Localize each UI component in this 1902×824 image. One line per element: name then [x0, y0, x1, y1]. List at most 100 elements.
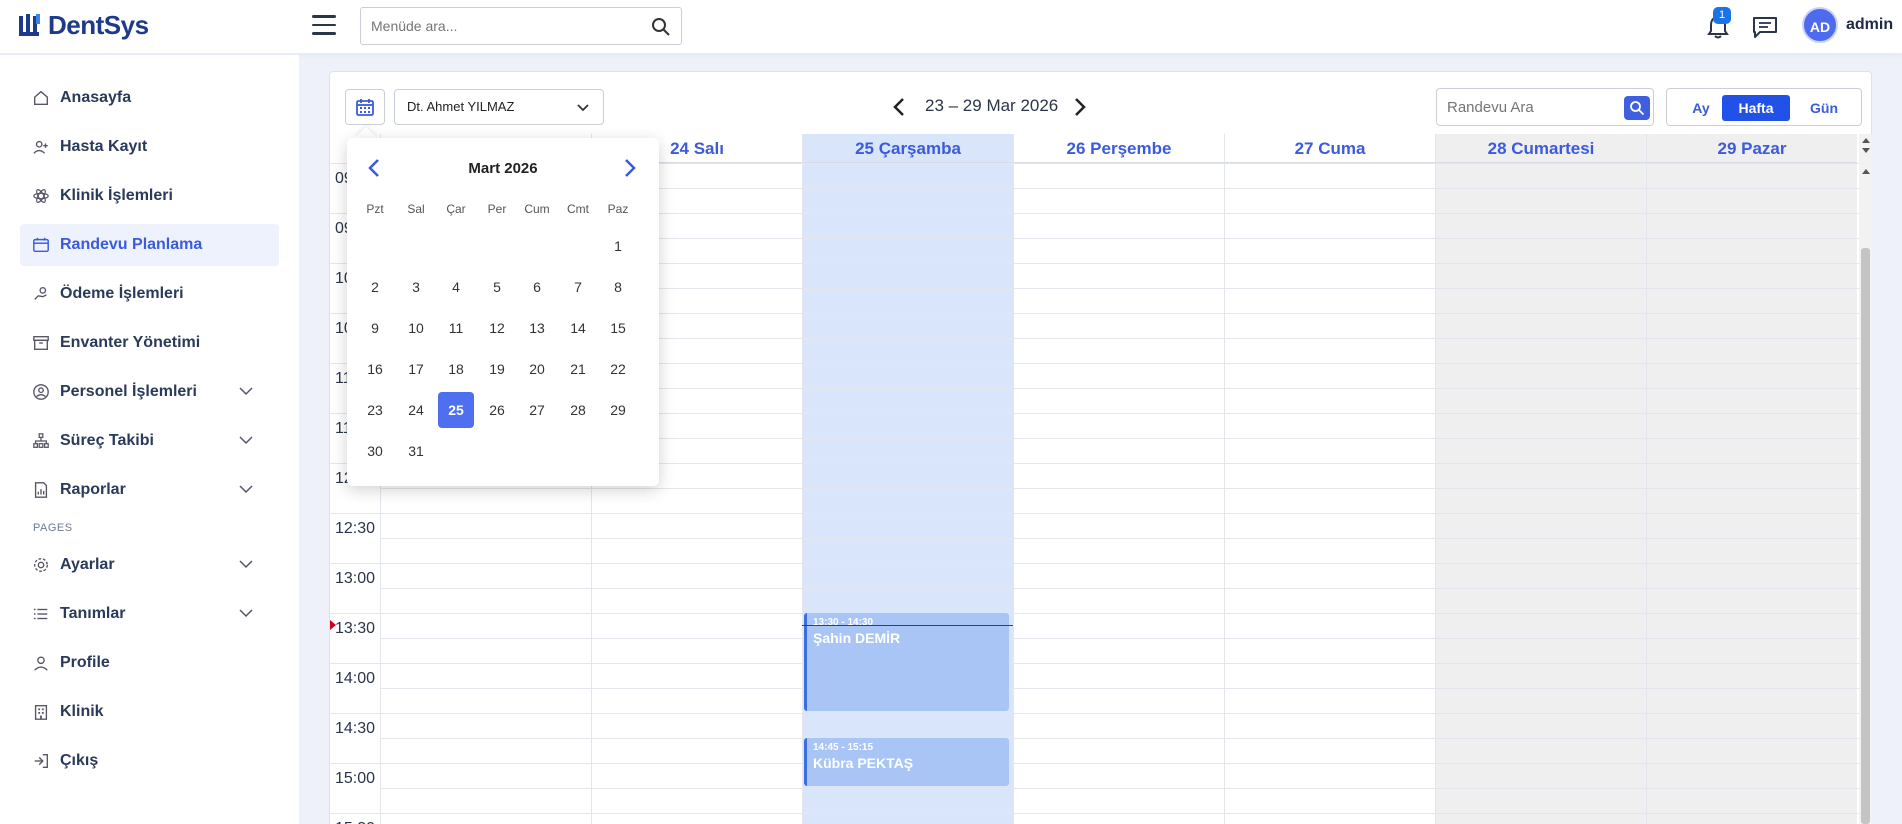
- sidebar-item-5[interactable]: Envanter Yönetimi: [20, 322, 279, 364]
- grid-scrollbar-thumb[interactable]: [1861, 248, 1870, 824]
- appointment-search-input[interactable]: [1437, 89, 1607, 125]
- sidebar-item-12[interactable]: Klinik: [20, 691, 279, 733]
- view-week-button[interactable]: Hafta: [1722, 95, 1790, 121]
- grid-line: [330, 563, 1860, 564]
- day-cell[interactable]: 26: [479, 392, 515, 428]
- date-picker-title: Mart 2026: [468, 160, 538, 177]
- day-cell[interactable]: 31: [398, 433, 434, 469]
- day-cell[interactable]: 14: [560, 310, 596, 346]
- logo-text: DentSys: [48, 9, 149, 40]
- chat-icon[interactable]: [1752, 15, 1778, 39]
- day-cell[interactable]: 8: [600, 269, 636, 305]
- day-header[interactable]: 26 Perşembe: [1013, 134, 1224, 163]
- sidebar-item-1[interactable]: Hasta Kayıt: [20, 126, 279, 168]
- top-header: DentSys 1 AD admin: [0, 0, 1902, 54]
- day-cell[interactable]: 28: [560, 392, 596, 428]
- appointment-event[interactable]: 14:45 - 15:15 Kübra PEKTAŞ: [804, 738, 1009, 786]
- weekday-label: Paz: [607, 202, 629, 216]
- day-header[interactable]: 27 Cuma: [1224, 134, 1435, 163]
- avatar[interactable]: AD: [1802, 7, 1838, 43]
- grid-line: [330, 813, 1860, 814]
- sidebar-item-11[interactable]: Profile: [20, 642, 279, 684]
- day-cell[interactable]: 4: [438, 269, 474, 305]
- day-cell[interactable]: 20: [519, 351, 555, 387]
- day-cell[interactable]: 5: [479, 269, 515, 305]
- day-header[interactable]: 28 Cumartesi: [1435, 134, 1646, 163]
- day-cell[interactable]: 23: [357, 392, 393, 428]
- next-week-icon[interactable]: [1073, 97, 1087, 117]
- username[interactable]: admin: [1846, 16, 1893, 34]
- appointment-search-button[interactable]: [1624, 96, 1650, 120]
- day-cell[interactable]: 30: [357, 433, 393, 469]
- date-picker-popup: Mart 2026 Pzt Sal Çar Per Cum Cmt Paz 1 2 3 4 5 6 7 8 9…: [347, 138, 659, 486]
- grid-line: [330, 663, 1860, 664]
- sitemap-icon: [33, 433, 49, 448]
- appointment-search: [1436, 88, 1654, 126]
- chevron-down-icon: [239, 609, 253, 618]
- doctor-select-value: Dt. Ahmet YILMAZ: [407, 99, 515, 114]
- sidebar-item-8[interactable]: Raporlar: [20, 469, 279, 511]
- logo-mark-icon: [19, 14, 40, 36]
- sidebar-item-4[interactable]: Ödeme İşlemleri: [20, 273, 279, 315]
- doctor-select[interactable]: Dt. Ahmet YILMAZ: [394, 89, 604, 125]
- selected-day-cell[interactable]: 25: [438, 392, 474, 428]
- day-cell[interactable]: 27: [519, 392, 555, 428]
- search-icon: [1630, 101, 1645, 116]
- scroll-up-arrow-2[interactable]: [1862, 169, 1870, 174]
- day-cell[interactable]: 22: [600, 351, 636, 387]
- sidebar-item-10[interactable]: Tanımlar: [20, 593, 279, 635]
- day-cell[interactable]: 18: [438, 351, 474, 387]
- chevron-down-icon: [239, 387, 253, 396]
- search-icon[interactable]: [651, 17, 671, 37]
- sidebar-item-0[interactable]: Anasayfa: [20, 77, 279, 119]
- sidebar-item-7[interactable]: Süreç Takibi: [20, 420, 279, 462]
- appointment-time: 14:45 - 15:15: [813, 742, 874, 753]
- weekday-label: Per: [487, 202, 507, 216]
- sidebar-item-9[interactable]: Ayarlar: [20, 544, 279, 586]
- day-cell[interactable]: 3: [398, 269, 434, 305]
- grid-line: [330, 513, 1860, 514]
- day-header[interactable]: 29 Pazar: [1646, 134, 1857, 163]
- day-cell[interactable]: 16: [357, 351, 393, 387]
- day-cell[interactable]: 10: [398, 310, 434, 346]
- day-cell[interactable]: 21: [560, 351, 596, 387]
- sidebar-item-label: Tanımlar: [60, 605, 126, 622]
- day-cell[interactable]: 11: [438, 310, 474, 346]
- sidebar-item-2[interactable]: Klinik İşlemleri: [20, 175, 279, 217]
- calendar-icon: [356, 99, 374, 116]
- calendar-icon: [33, 237, 49, 253]
- sidebar-item-3[interactable]: Randevu Planlama: [20, 224, 279, 266]
- app-logo[interactable]: DentSys: [18, 10, 149, 40]
- day-cell[interactable]: 17: [398, 351, 434, 387]
- day-cell[interactable]: 13: [519, 310, 555, 346]
- current-time-line: [802, 624, 1013, 626]
- day-cell[interactable]: 9: [357, 310, 393, 346]
- scroll-down-arrow[interactable]: [1862, 148, 1870, 153]
- day-cell[interactable]: 12: [479, 310, 515, 346]
- grid-line: [380, 688, 1860, 689]
- menu-search-input[interactable]: [361, 8, 631, 44]
- day-cell[interactable]: 15: [600, 310, 636, 346]
- scroll-up-arrow[interactable]: [1862, 138, 1870, 143]
- day-cell[interactable]: 6: [519, 269, 555, 305]
- day-cell[interactable]: 24: [398, 392, 434, 428]
- day-cell[interactable]: 29: [600, 392, 636, 428]
- day-cell[interactable]: 1: [600, 228, 636, 264]
- day-cell[interactable]: 19: [479, 351, 515, 387]
- sidebar-item-6[interactable]: Personel İşlemleri: [20, 371, 279, 413]
- prev-week-icon[interactable]: [892, 97, 906, 117]
- sidebar-item-13[interactable]: Çıkış: [20, 740, 279, 782]
- appointment-event[interactable]: 13:30 - 14:30 Şahin DEMİR: [804, 613, 1009, 711]
- day-header[interactable]: 25 Çarşamba: [802, 134, 1013, 163]
- date-picker-button[interactable]: [345, 89, 385, 125]
- menu-toggle-icon[interactable]: [312, 15, 336, 37]
- building-icon: [34, 705, 48, 720]
- day-cell[interactable]: 2: [357, 269, 393, 305]
- day-cell[interactable]: 7: [560, 269, 596, 305]
- home-icon: [34, 90, 48, 105]
- next-month-icon[interactable]: [623, 158, 637, 178]
- report-icon: [34, 482, 48, 498]
- view-day-button[interactable]: Gün: [1795, 95, 1853, 121]
- view-month-button[interactable]: Ay: [1675, 95, 1727, 121]
- appointment-patient: Kübra PEKTAŞ: [813, 755, 914, 771]
